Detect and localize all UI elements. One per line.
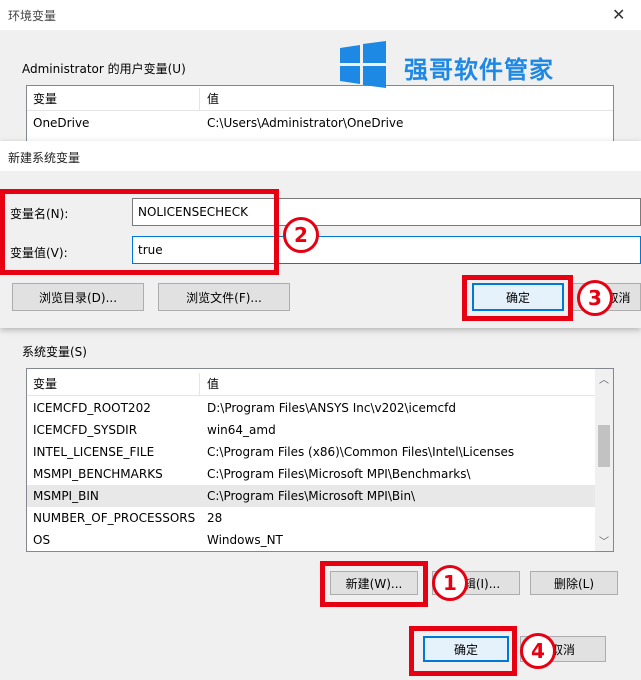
dialog-title: 新建系统变量: [8, 151, 81, 165]
browse-dir-button[interactable]: 浏览目录(D)...: [12, 283, 144, 311]
var-value: C:\Users\Administrator\OneDrive: [207, 116, 404, 130]
user-vars-label: Administrator 的用户变量(U): [22, 62, 186, 76]
column-header-value[interactable]: 值: [207, 373, 219, 395]
scroll-up-icon[interactable]: ︿: [599, 371, 609, 386]
var-name: MSMPI_BIN: [33, 489, 99, 503]
step-4-marker: 4: [520, 633, 556, 669]
browse-file-button-label: 浏览文件(F)...: [186, 290, 262, 305]
step-2-marker: 2: [283, 217, 319, 253]
table-row[interactable]: ICEMCFD_SYSDIR win64_amd: [27, 419, 595, 441]
highlight-box-step2: [0, 189, 279, 275]
sys-vars-list[interactable]: 变量 值 ICEMCFD_ROOT202 D:\Program Files\AN…: [26, 368, 614, 552]
scroll-down-icon[interactable]: ﹀: [599, 533, 609, 548]
close-icon[interactable]: ✕: [612, 5, 625, 24]
var-name: NUMBER_OF_PROCESSORS: [33, 511, 196, 525]
var-name: OS: [33, 533, 51, 547]
table-row[interactable]: OneDrive C:\Users\Administrator\OneDrive: [27, 112, 613, 134]
var-name: ICEMCFD_SYSDIR: [33, 423, 138, 437]
highlight-box-step1: [320, 561, 428, 607]
highlight-box-step3: [462, 275, 573, 321]
var-value: C:\Program Files\Microsoft MPI\Bin\: [207, 489, 416, 503]
table-row[interactable]: NUMBER_OF_PROCESSORS 28: [27, 507, 595, 529]
var-value: C:\Program Files\Microsoft MPI\Benchmark…: [207, 467, 471, 481]
scroll-thumb[interactable]: [598, 425, 610, 467]
watermark-text: 强哥软件管家: [404, 56, 554, 84]
scrollbar[interactable]: ︿ ﹀: [595, 369, 613, 551]
title-bar: 环境变量 ✕: [0, 0, 641, 30]
var-value: D:\Program Files\ANSYS Inc\v202\icemcfd: [207, 401, 456, 415]
watermark: 强哥软件管家: [338, 40, 598, 92]
user-vars-list[interactable]: 变量 值 OneDrive C:\Users\Administrator\One…: [26, 85, 614, 145]
browse-dir-button-label: 浏览目录(D)...: [38, 290, 118, 305]
highlight-box-step4: [409, 626, 517, 676]
window-title: 环境变量: [8, 9, 57, 23]
var-value: Windows_NT: [207, 533, 283, 547]
table-row[interactable]: OS Windows_NT: [27, 529, 595, 551]
var-name: INTEL_LICENSE_FILE: [33, 445, 155, 459]
var-name: MSMPI_BENCHMARKS: [33, 467, 163, 481]
windows-logo-icon: [340, 41, 386, 88]
column-header-value[interactable]: 值: [207, 88, 219, 110]
step-1-marker: 1: [432, 565, 468, 601]
table-row-selected[interactable]: MSMPI_BIN C:\Program Files\Microsoft MPI…: [27, 485, 595, 507]
table-row[interactable]: INTEL_LICENSE_FILE C:\Program Files (x86…: [27, 441, 595, 463]
sys-vars-label: 系统变量(S): [22, 345, 87, 359]
column-header-name[interactable]: 变量: [33, 373, 57, 395]
step-3-marker: 3: [577, 280, 613, 316]
var-value: C:\Program Files (x86)\Common Files\Inte…: [207, 445, 515, 459]
var-value: 28: [207, 511, 223, 525]
column-header-name[interactable]: 变量: [33, 88, 57, 110]
var-value: win64_amd: [207, 423, 276, 437]
browse-file-button[interactable]: 浏览文件(F)...: [158, 283, 290, 311]
table-row[interactable]: MSMPI_BENCHMARKS C:\Program Files\Micros…: [27, 463, 595, 485]
list-header: 变量 值: [27, 373, 595, 396]
table-row[interactable]: ICEMCFD_ROOT202 D:\Program Files\ANSYS I…: [27, 397, 595, 419]
delete-var-button-label: 删除(L): [553, 576, 595, 591]
var-name: ICEMCFD_ROOT202: [33, 401, 151, 415]
var-name: OneDrive: [33, 116, 90, 130]
delete-var-button[interactable]: 删除(L): [530, 571, 618, 595]
